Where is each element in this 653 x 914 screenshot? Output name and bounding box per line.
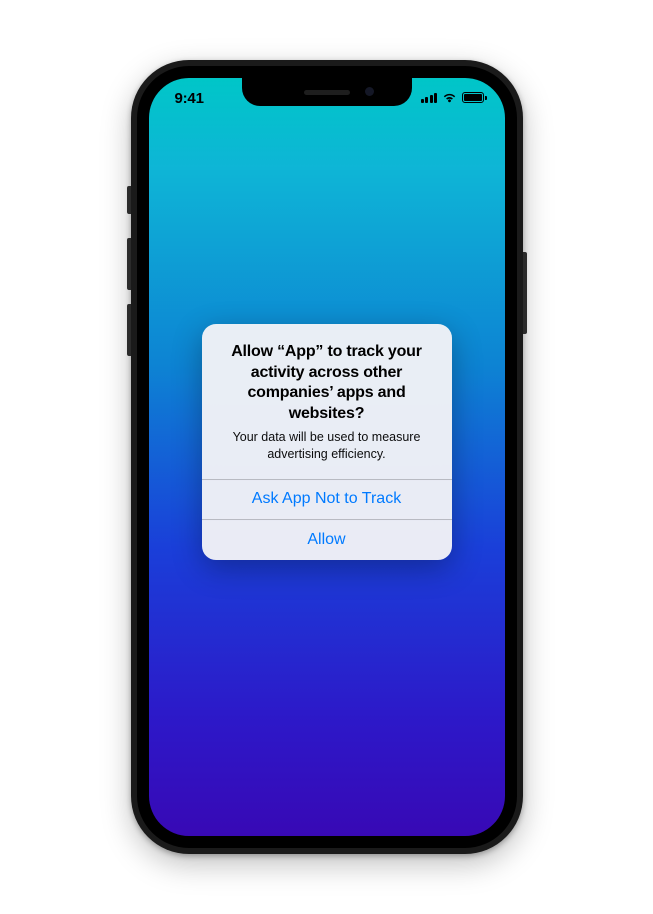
device-bezel: 9:41 Allow “App” to track your <box>137 66 517 848</box>
battery-icon <box>462 92 487 103</box>
ask-not-to-track-button[interactable]: Ask App Not to Track <box>202 479 452 519</box>
device-frame: 9:41 Allow “App” to track your <box>131 60 523 854</box>
cellular-signal-icon <box>421 93 438 103</box>
alert-body: Allow “App” to track your activity acros… <box>202 324 452 479</box>
notch <box>242 78 412 106</box>
alert-message: Your data will be used to measure advert… <box>218 429 436 463</box>
status-indicators <box>421 92 487 103</box>
alert-title: Allow “App” to track your activity acros… <box>218 342 436 425</box>
front-camera <box>365 87 374 96</box>
status-time: 9:41 <box>175 90 204 107</box>
speaker-grill <box>304 90 350 95</box>
screen: 9:41 Allow “App” to track your <box>149 78 505 836</box>
power-button <box>523 252 527 334</box>
volume-down-button <box>127 304 131 356</box>
allow-button[interactable]: Allow <box>202 520 452 560</box>
silence-switch <box>127 186 131 214</box>
tracking-permission-alert: Allow “App” to track your activity acros… <box>202 324 452 560</box>
volume-up-button <box>127 238 131 290</box>
wifi-icon <box>442 92 457 103</box>
